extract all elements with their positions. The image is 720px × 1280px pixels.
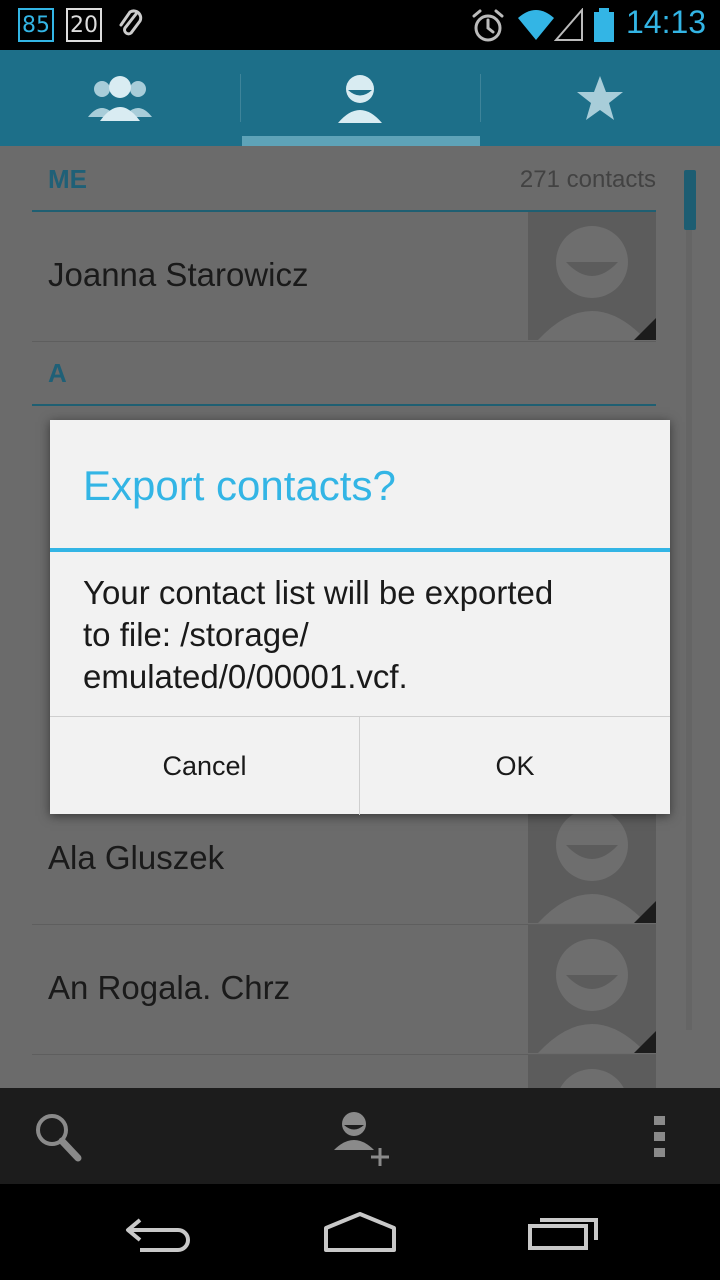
dialog-message: Your contact list will be exported to fi… [83, 572, 643, 698]
tab-groups[interactable] [0, 50, 240, 146]
tab-favorites[interactable] [480, 50, 720, 146]
alarm-icon [472, 9, 504, 42]
back-icon[interactable] [120, 1212, 200, 1252]
section-header-a: A [32, 340, 656, 406]
contact-name: Joanna Starowicz [48, 256, 309, 293]
ok-button[interactable]: OK [360, 717, 670, 815]
avatar[interactable] [528, 212, 656, 340]
notification-badge-20: 20 [66, 8, 102, 42]
clock: 14:13 [626, 4, 707, 40]
selected-tab-indicator [242, 136, 480, 146]
contacts-tab-bar [0, 50, 720, 146]
overflow-menu-icon[interactable] [650, 1114, 670, 1160]
dialog-message-line: Your contact list will be exported [83, 574, 554, 611]
recents-icon[interactable] [522, 1212, 602, 1252]
dialog-button-bar: Cancel OK [50, 716, 670, 815]
search-icon[interactable] [30, 1110, 90, 1164]
groups-icon [88, 76, 152, 121]
battery-icon [594, 8, 614, 42]
quick-contact-badge [634, 318, 656, 340]
notification-badge-85: 85 [18, 8, 54, 42]
paperclip-icon [119, 9, 143, 36]
cancel-button[interactable]: Cancel [50, 717, 360, 815]
list-item[interactable] [32, 1055, 656, 1088]
default-avatar-icon [560, 1069, 624, 1088]
contact-name: An Rogala. Chrz [48, 969, 291, 1006]
avatar[interactable] [528, 1055, 656, 1088]
bottom-action-bar [0, 1088, 720, 1184]
status-bar: 85 20 14:13 [0, 0, 720, 50]
list-item[interactable]: An Rogala. Chrz [32, 925, 656, 1055]
add-contact-icon[interactable] [330, 1110, 394, 1166]
person-icon [338, 75, 382, 123]
scrollbar-thumb[interactable] [684, 170, 696, 230]
section-label: A [48, 358, 67, 388]
quick-contact-badge [634, 901, 656, 923]
wifi-icon [518, 10, 554, 40]
dialog-title: Export contacts? [83, 462, 396, 509]
dialog-message-line: to file: /storage/ [83, 616, 309, 653]
dialog-message-line: emulated/0/00001.vcf. [83, 658, 408, 695]
section-header-me: ME 271 contacts [32, 146, 656, 212]
export-contacts-dialog: Export contacts? Your contact list will … [50, 420, 670, 815]
list-item-me[interactable]: Joanna Starowicz [32, 212, 656, 342]
section-label: ME [48, 164, 87, 194]
tab-all-contacts[interactable] [240, 50, 480, 146]
contact-name: Ala Gluszek [48, 839, 225, 876]
home-icon[interactable] [320, 1212, 400, 1252]
avatar[interactable] [528, 925, 656, 1053]
system-navigation-bar [0, 1184, 720, 1280]
signal-icon [554, 8, 583, 41]
dialog-title-divider [50, 548, 670, 552]
star-icon [577, 76, 623, 120]
scrollbar-track [686, 170, 692, 1030]
contact-count: 271 contacts [519, 166, 656, 193]
quick-contact-badge [634, 1031, 656, 1053]
